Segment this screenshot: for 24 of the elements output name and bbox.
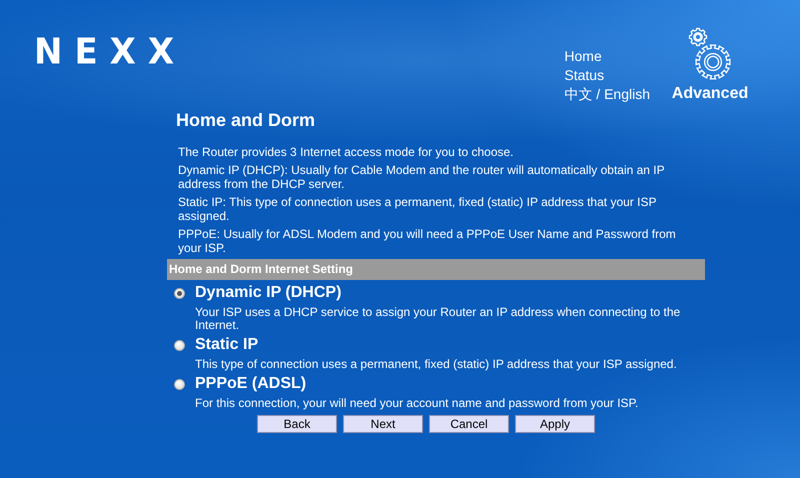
paragraph: Static IP: This type of connection uses a permanent, fixed (static) IP address that your ISP assigned. [178,195,658,223]
action-button[interactable]: Next [343,415,423,433]
paragraph: PPPoE: Usually for ADSL Modem and you will need a PPPoE User Name and Password from your ISP. [178,227,677,255]
logo: NEXX [33,30,186,74]
radio-button[interactable] [174,288,185,299]
paragraph: The Router provides 3 Internet access mode for you to choose. [178,145,515,159]
option-label[interactable]: Dynamic IP (DHCP) [195,283,705,303]
option-label[interactable]: PPPoE (ADSL) [195,374,705,394]
nav-link[interactable]: Home [564,47,650,66]
action-button[interactable]: Cancel [429,415,509,433]
radio-button[interactable] [174,340,185,351]
action-button[interactable]: Back [257,415,337,433]
option-description: For this connection, your will need your account name and password from your ISP. [195,395,640,410]
option-description: This type of connection uses a permanent, fixed (static) IP address that your ISP assigned. [195,356,678,371]
nav-link[interactable]: 中文 / English [564,85,650,104]
paragraph: Dynamic IP (DHCP): Usually for Cable Modem and the router will automatically obtain an IP address from the DHCP server. [178,163,666,191]
nav-link[interactable]: Status [564,66,650,85]
page-title: Home and Dorm [175,110,316,132]
radio-button[interactable] [174,379,185,390]
section-header: Home and Dorm Internet Setting [167,259,705,280]
action-button[interactable]: Apply [515,415,595,433]
option-label[interactable]: Static IP [195,335,705,355]
option-description: Your ISP uses a DHCP service to assign your Router an IP address when connecting to the Internet. [195,304,682,332]
advanced-link[interactable]: Advanced [672,85,748,103]
